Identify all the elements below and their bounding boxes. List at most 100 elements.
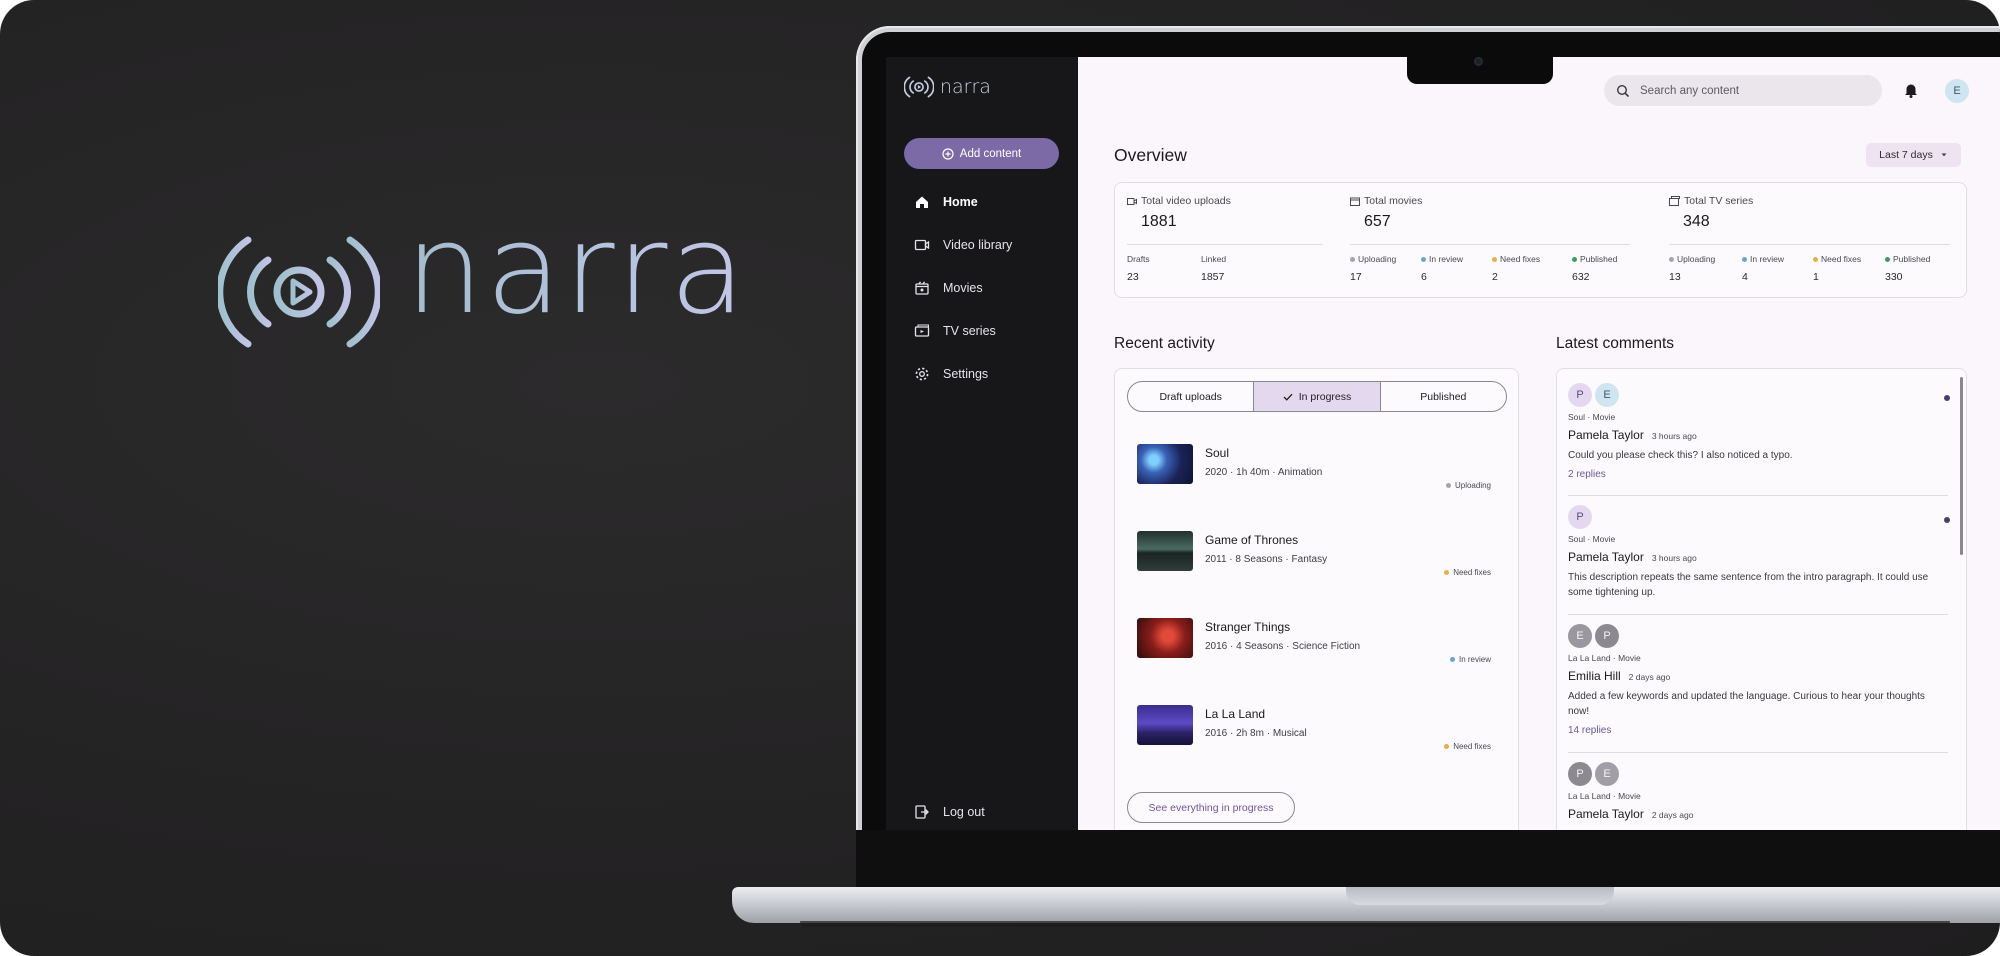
nav-item-home[interactable]: Home [914, 194, 978, 210]
comment-context: Soul · Movie [1568, 534, 1616, 544]
comment-text: This description repeats the same senten… [1568, 572, 1929, 598]
sub-stat-label-text: In review [1750, 254, 1785, 264]
nav-label: Movies [943, 281, 983, 295]
tv-icon [914, 324, 930, 337]
bell-icon[interactable] [1902, 81, 1920, 99]
status-dot [1449, 657, 1455, 662]
comment-time: 2 days ago [1651, 810, 1694, 820]
sub-stat-value: 13 [1669, 271, 1681, 283]
sub-stat-value: 1857 [1201, 271, 1225, 283]
comment-author: Emilia Hill [1568, 669, 1621, 683]
search-icon [1616, 84, 1630, 97]
status-dot [1421, 256, 1426, 262]
status-badge: In review [1449, 655, 1491, 664]
logout-button[interactable]: Log out [914, 804, 985, 820]
tab-label: Draft uploads [1159, 390, 1222, 403]
replies-link[interactable]: 2 replies [1568, 469, 1948, 480]
plus-circle-icon [942, 147, 954, 160]
sidebar-brand[interactable]: narra [904, 75, 991, 99]
avatar-group: P E [1568, 762, 1948, 786]
sub-stat: Linked 1857 [1201, 254, 1226, 283]
avatar-group: P E [1568, 383, 1948, 407]
sidebar: narra Add content Home Video library Mov… [886, 57, 1078, 830]
stat-label-text: Total TV series [1684, 195, 1754, 207]
avatar: E [1595, 383, 1619, 407]
status-dot [1444, 744, 1450, 749]
home-icon [916, 196, 928, 208]
comment-author: Pamela Taylor [1568, 550, 1644, 564]
divider [1669, 244, 1950, 245]
status-dot [1669, 256, 1674, 262]
divider [1568, 495, 1948, 496]
laptop-chin [856, 830, 2000, 890]
movie-icon [915, 281, 929, 295]
search-input[interactable]: Search any content [1604, 75, 1882, 106]
item-title: Soul [1205, 446, 1230, 460]
scrollbar[interactable] [1960, 377, 1963, 555]
user-avatar[interactable]: E [1945, 79, 1969, 103]
sub-stat: Published 632 [1572, 254, 1617, 283]
date-range-value: Last 7 days [1879, 149, 1933, 161]
comment-header: Pamela Taylor 3 hours ago [1568, 428, 1948, 442]
replies-link[interactable]: 14 replies [1568, 725, 1948, 736]
item-title: Game of Thrones [1205, 533, 1299, 547]
unread-indicator [1944, 517, 1950, 523]
comment-item[interactable]: P E La La Land · Movie Pamela Taylor 2 d… [1568, 762, 1948, 821]
latest-comments-card: P E Soul · Movie Pamela Taylor 3 hours a… [1556, 368, 1967, 830]
comment-time: 3 hours ago [1651, 431, 1697, 441]
sub-stat: Need fixes 2 [1492, 254, 1540, 283]
tv-icon [1669, 196, 1680, 206]
comment-time: 2 days ago [1628, 672, 1671, 682]
list-item[interactable]: La La Land 2016 · 2h 8m · Musical Need f… [1137, 705, 1497, 765]
nav-item-settings[interactable]: Settings [914, 366, 988, 382]
list-item[interactable]: Game of Thrones 2011 · 8 Seasons · Fanta… [1137, 531, 1497, 591]
tab-label: In progress [1298, 390, 1352, 403]
logout-label: Log out [943, 805, 985, 819]
divider [1568, 752, 1948, 753]
recent-activity-title: Recent activity [1114, 335, 1215, 352]
add-content-label: Add content [959, 147, 1022, 160]
unread-indicator [1944, 395, 1950, 401]
nav-label: Video library [943, 238, 1013, 252]
sub-stat-label: Published [1572, 254, 1617, 264]
hero-wordmark: narra [405, 198, 748, 342]
broadcast-play-logo-icon [904, 76, 934, 98]
stat-label: Total TV series [1669, 195, 1753, 207]
list-item[interactable]: Stranger Things 2016 · 4 Seasons · Scien… [1137, 618, 1497, 678]
nav-label: Settings [943, 367, 989, 381]
tab-published[interactable]: Published [1381, 382, 1506, 411]
item-meta: 2016 · 4 Seasons · Science Fiction [1205, 641, 1361, 652]
tab-draft-uploads[interactable]: Draft uploads [1128, 382, 1255, 411]
nav-label: Home [943, 195, 978, 209]
video-icon [1127, 197, 1137, 205]
sub-stat-value: 1 [1813, 271, 1819, 283]
comment-context: Soul · Movie [1568, 412, 1616, 422]
app-screen: narra Add content Home Video library Mov… [886, 57, 2000, 830]
list-item[interactable]: Soul 2020 · 1h 40m · Animation Uploading [1137, 444, 1497, 504]
status-text: Need fixes [1453, 568, 1491, 577]
comment-item[interactable]: P Soul · Movie Pamela Taylor 3 hours ago… [1568, 505, 1950, 600]
date-range-dropdown[interactable]: Last 7 days [1866, 143, 1961, 167]
sub-stat: Uploading 13 [1669, 254, 1715, 283]
comment-item[interactable]: P E Soul · Movie Pamela Taylor 3 hours a… [1568, 383, 1950, 480]
add-content-button[interactable]: Add content [904, 138, 1059, 169]
status-dot [1572, 256, 1577, 262]
sub-stat-value: 2 [1492, 271, 1498, 283]
comment-context: La La Land · Movie [1568, 791, 1641, 801]
item-meta: 2020 · 1h 40m · Animation [1205, 467, 1323, 478]
comment-item[interactable]: E P La La Land · Movie Emilia Hill 2 day… [1568, 624, 1948, 736]
status-dot [1742, 256, 1747, 262]
movie-icon [1350, 197, 1360, 206]
sub-stat-value: 23 [1127, 271, 1139, 283]
see-everything-button[interactable]: See everything in progress [1127, 792, 1295, 823]
sub-stat: Uploading 17 [1350, 254, 1396, 283]
sub-stat-label: Need fixes [1492, 254, 1540, 264]
nav-item-video-library[interactable]: Video library [914, 237, 1012, 253]
sub-stat: Published 330 [1885, 254, 1930, 283]
tab-in-progress[interactable]: In progress [1254, 382, 1381, 411]
nav-item-tv-series[interactable]: TV series [914, 323, 996, 339]
laptop-foot [800, 921, 1950, 927]
poster-thumbnail [1137, 444, 1193, 484]
nav-item-movies[interactable]: Movies [914, 280, 983, 296]
sub-stat-label-text: Published [1580, 254, 1618, 264]
